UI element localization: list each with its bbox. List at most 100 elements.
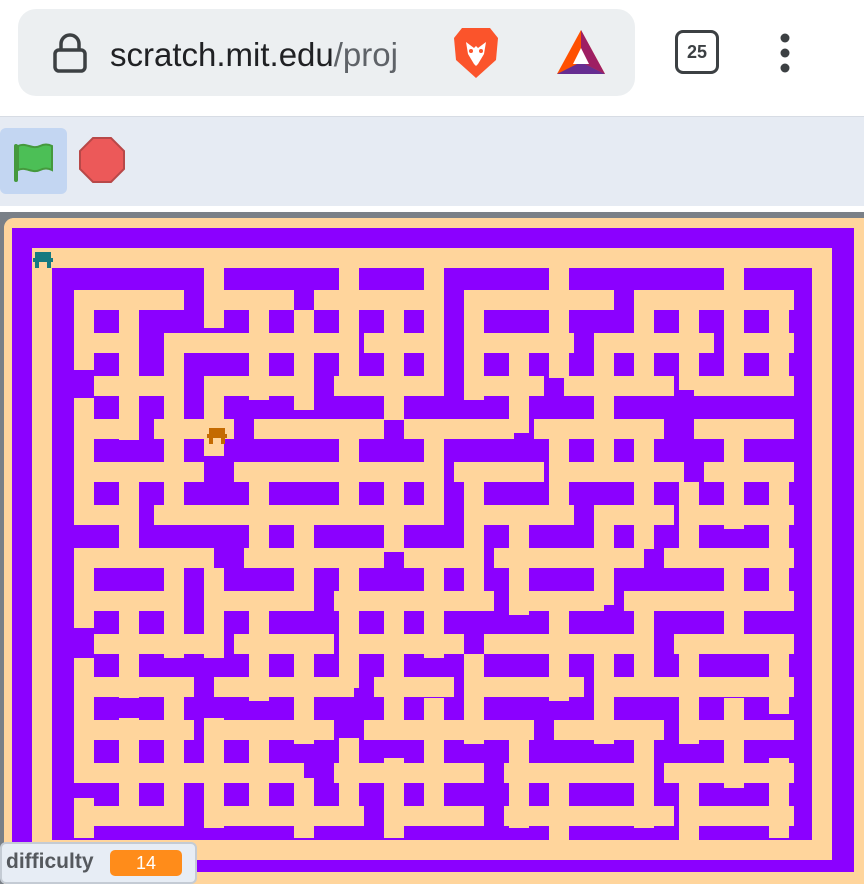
browser-toolbar: scratch.mit.edu/proj 25 [0,0,864,116]
maze-path [594,353,614,463]
maze-path [549,611,569,701]
difficulty-value: 14 [110,850,182,876]
maze-path [634,290,794,310]
maze-path [249,482,269,562]
maze-path [564,376,674,396]
maze-path [679,310,699,390]
maze-path [294,310,314,410]
maze-path [704,462,794,482]
difficulty-label: difficulty [6,850,94,873]
maze-path [249,738,269,818]
maze-path [812,248,832,860]
maze-path [464,654,484,744]
maze-path [424,568,444,658]
maze-path [384,482,404,552]
maze-path [624,591,794,611]
maze-path [634,290,654,380]
maze-path [724,439,744,529]
maze-path [769,758,789,838]
maze-path [594,525,614,605]
maze-path [74,290,94,370]
maze-path [249,611,269,701]
maze-path [679,783,699,843]
maze-path [634,439,654,549]
maze-path [119,598,139,698]
maze-path [32,248,52,860]
scratch-controls [0,116,864,206]
maze-path [424,248,444,378]
maze-path [424,439,444,509]
overflow-menu-icon[interactable] [770,30,800,76]
maze-path [74,548,94,628]
difficulty-monitor: difficulty 14 [0,842,197,884]
maze-path [634,611,654,691]
maze-path [204,248,224,328]
maze-path [364,720,534,740]
maze-path [339,738,359,818]
url-text[interactable]: scratch.mit.edu/proj [110,33,426,77]
maze-path [549,268,569,378]
maze-path [214,677,354,697]
maze-path [94,548,214,568]
maze-path [94,634,204,654]
maze-path [464,482,484,602]
maze-path [249,290,269,400]
maze-path [679,482,699,552]
maze-path [119,310,139,440]
maze-path [204,568,224,658]
maze-path [509,525,529,615]
stop-sign-icon[interactable] [78,135,126,185]
maze-path [204,396,224,456]
maze-path [464,290,484,400]
lock-icon[interactable] [50,32,90,74]
maze-path [509,353,529,433]
url-host: scratch.mit.edu [110,36,334,73]
maze-path [119,478,139,568]
maze-path [224,720,334,740]
maze-path [724,568,744,638]
maze-path [384,611,404,721]
maze-path [74,798,94,838]
maze-path [164,688,184,818]
maze-path [254,419,384,439]
maze-path [294,525,314,595]
maze-path [694,419,794,439]
maze-path [74,658,94,778]
maze-path [404,419,514,439]
bat-rewards-icon[interactable] [555,28,607,76]
green-flag-icon [14,143,53,182]
green-flag-button[interactable] [0,128,67,194]
maze-path [74,398,94,508]
maze-path [724,268,744,378]
maze-path [509,738,529,828]
maze-path [679,654,699,744]
maze-path [724,698,744,788]
maze-path [119,718,139,808]
maze-path [384,310,404,420]
maze-path [464,290,614,310]
maze-path [564,462,684,482]
maze-path [769,482,789,592]
maze-path [164,353,184,523]
url-path: /proj [333,36,398,73]
maze-path [164,548,184,658]
maze-path [769,634,789,714]
maze-path [234,462,434,482]
maze-path [404,548,474,568]
maze-path [594,654,614,744]
maze-path [384,758,404,838]
maze-path [94,462,204,482]
maze [4,218,864,884]
brave-lion-icon[interactable] [448,24,504,82]
maze-path [339,439,359,519]
game-stage[interactable] [4,218,864,884]
maze-path [424,698,444,808]
maze-path [354,634,464,654]
tab-switcher-button[interactable]: 25 [675,30,719,74]
maze-path [339,568,359,688]
maze-path [294,778,314,838]
maze-path [204,718,224,828]
maze-path [294,654,314,744]
maze-path [769,310,789,390]
maze-path [339,268,359,378]
